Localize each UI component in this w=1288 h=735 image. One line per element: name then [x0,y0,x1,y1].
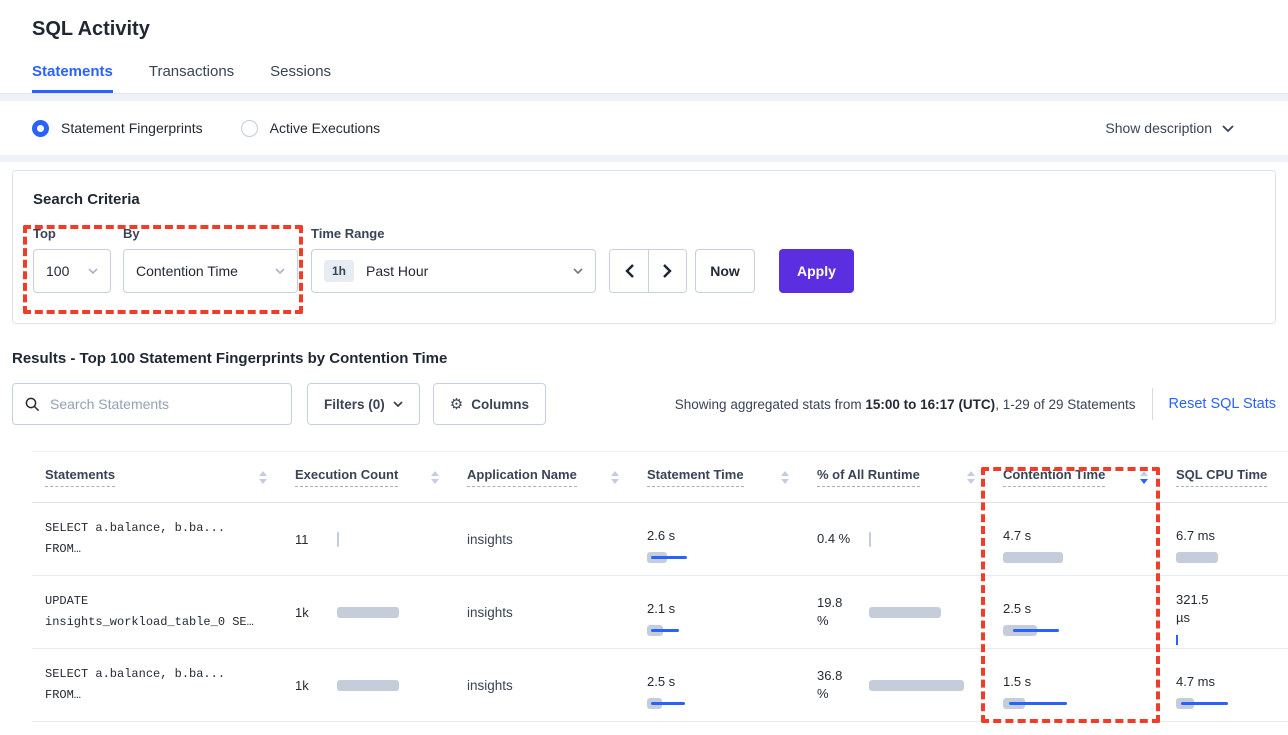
statement-time-value: 2.5 s [647,673,795,691]
radio-statement-fingerprints[interactable]: Statement Fingerprints [32,120,203,137]
show-description-toggle[interactable]: Show description [1105,120,1256,136]
time-range-badge: 1h [324,260,354,282]
contention-time-value: 2.5 s [1003,600,1154,618]
table-row: SELECT a.balance, b.ba...FROM… 1k insigh… [32,649,1288,722]
top-label: Top [33,226,111,241]
page-header: SQL Activity [0,0,1288,41]
chevron-down-icon [573,268,583,274]
tab-sessions[interactable]: Sessions [270,63,331,93]
contention-time-value: 1.5 s [1003,673,1154,691]
page-title: SQL Activity [32,18,1256,41]
by-select[interactable]: Contention Time [123,249,298,293]
radio-unselected-icon[interactable] [241,120,258,137]
results-controls: Filters (0) ⚙ Columns Showing aggregated… [12,383,1276,425]
time-prev-button[interactable] [610,250,648,292]
search-statements-input[interactable] [50,396,279,412]
sort-icon-active-desc[interactable] [1140,471,1148,484]
sort-icon[interactable] [781,471,789,484]
toggle-band: Statement Fingerprints Active Executions… [0,94,1288,162]
col-header-sql-cpu-time[interactable]: SQL CPU Time [1176,467,1288,487]
apply-button[interactable]: Apply [779,249,854,293]
runtime-pct-bar [869,533,981,546]
execution-count-bar [337,606,445,619]
application-name: insights [467,678,647,693]
sort-icon[interactable] [967,471,975,484]
col-header-statements[interactable]: Statements [45,467,295,487]
statement-link[interactable]: SELECT a.balance, b.ba...FROM… [45,518,295,560]
gear-icon: ⚙ [450,395,463,413]
sort-icon[interactable] [431,471,439,484]
col-header-application-name[interactable]: Application Name [467,467,647,487]
runtime-pct-value: 36.8% [817,667,861,703]
statement-link[interactable]: UPDATEinsights_workload_table_0 SE… [45,591,295,633]
time-range-select[interactable]: 1h Past Hour [311,249,596,293]
sql-cpu-time-value: 4.7 ms [1176,673,1266,691]
top-select[interactable]: 100 [33,249,111,293]
by-label: By [123,226,298,241]
chevron-right-icon [663,264,672,278]
radio-selected-icon[interactable] [32,120,49,137]
filters-button[interactable]: Filters (0) [307,383,420,425]
chevron-down-icon [88,268,98,274]
execution-count-value: 1k [295,678,329,693]
col-header-runtime-pct[interactable]: % of All Runtime [817,467,1003,487]
now-button[interactable]: Now [695,249,755,293]
time-next-button[interactable] [648,250,686,292]
aggregated-stats-text: Showing aggregated stats from 15:00 to 1… [675,397,1136,412]
table-row: UPDATEinsights_workload_table_0 SE… 1k i… [32,576,1288,649]
col-header-execution-count[interactable]: Execution Count [295,467,467,487]
sort-icon[interactable] [611,471,619,484]
search-criteria-card: Search Criteria Top 100 By Contention Ti… [12,170,1276,324]
tab-statements[interactable]: Statements [32,63,113,93]
tab-transactions[interactable]: Transactions [149,63,234,93]
execution-count-value: 11 [295,532,329,547]
search-statements-box[interactable] [12,383,292,425]
reset-sql-stats-link[interactable]: Reset SQL Stats [1169,396,1276,412]
tab-bar: Statements Transactions Sessions [0,63,1288,94]
execution-count-value: 1k [295,605,329,620]
statement-link[interactable]: SELECT a.balance, b.ba...FROM… [45,664,295,706]
chevron-left-icon [625,264,634,278]
time-pager [609,249,687,293]
contention-time-value: 4.7 s [1003,527,1154,545]
search-icon [25,397,40,412]
sort-icon[interactable] [259,471,267,484]
search-criteria-title: Search Criteria [33,191,1255,208]
chevron-down-icon [1222,125,1234,132]
table-header-row: Statements Execution Count Application N… [32,451,1288,503]
results-heading: Results - Top 100 Statement Fingerprints… [12,350,1276,367]
sql-cpu-time-value: 6.7 ms [1176,527,1266,545]
application-name: insights [467,532,647,547]
execution-count-bar [337,679,445,692]
divider [1152,388,1153,420]
radio-active-executions[interactable]: Active Executions [241,120,381,137]
sql-cpu-time-value: 321.5µs [1176,591,1266,627]
col-header-statement-time[interactable]: Statement Time [647,467,817,487]
table-row: SELECT a.balance, b.ba...FROM… 11 insigh… [32,503,1288,576]
col-header-contention-time[interactable]: Contention Time [1003,467,1176,487]
runtime-pct-bar [869,606,981,619]
runtime-pct-value: 0.4 % [817,530,861,548]
runtime-pct-bar [869,679,981,692]
chevron-down-icon [393,401,403,407]
runtime-pct-value: 19.8% [817,594,861,630]
chevron-down-icon [275,268,285,274]
columns-button[interactable]: ⚙ Columns [433,383,546,425]
execution-count-bar [337,533,445,546]
time-range-label: Time Range [311,226,596,241]
statement-time-value: 2.6 s [647,527,795,545]
application-name: insights [467,605,647,620]
statement-time-value: 2.1 s [647,600,795,618]
statements-table: Statements Execution Count Application N… [32,451,1288,722]
